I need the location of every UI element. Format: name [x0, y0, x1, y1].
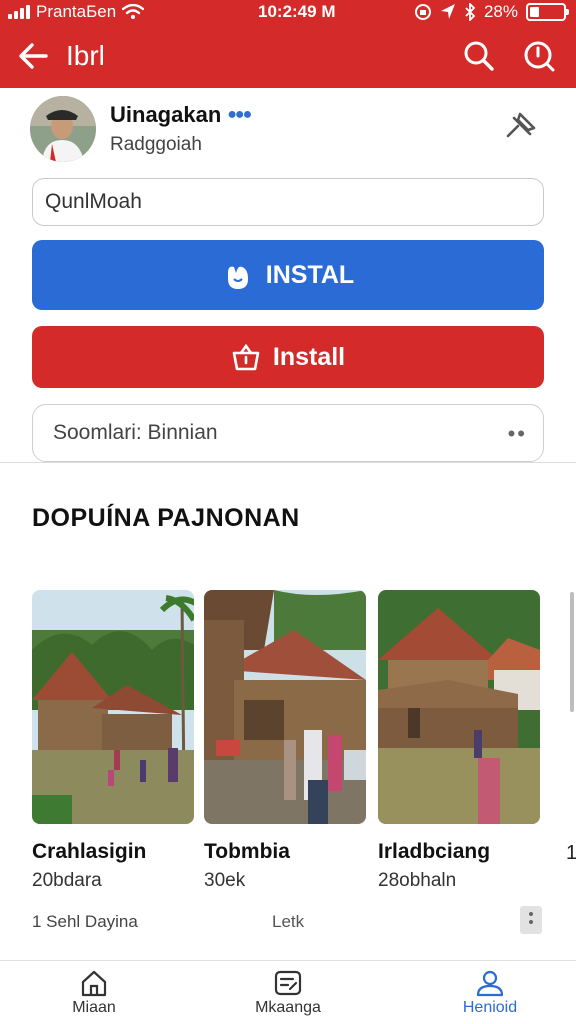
install-primary-button[interactable]: INSTAL [32, 240, 544, 310]
place-card-title: Irladbciang [378, 840, 491, 863]
install-secondary-label: Install [272, 342, 346, 371]
location-icon [440, 4, 455, 19]
place-card-meta: 20bdara [32, 870, 102, 891]
wifi-icon [122, 4, 145, 19]
place-card-image [378, 590, 540, 824]
place-card-title: Tobmbia [204, 840, 290, 863]
header-row: Ibrl [0, 30, 576, 82]
location-select-value: Soomlari: Binnian [53, 421, 218, 444]
next-card-peek: 1 [566, 842, 576, 864]
lock-rotation-icon [414, 4, 431, 20]
carousel-scrollbar[interactable] [570, 592, 574, 712]
bluetooth-icon [465, 3, 476, 21]
arrow-left-icon[interactable] [14, 38, 54, 74]
nav-home[interactable]: Miaan [24, 969, 164, 1017]
location-select[interactable]: Soomlari: Binnian •• [32, 404, 544, 462]
place-card-image [204, 590, 366, 824]
status-bar: PrantaБen 10:2:49 M 28% [0, 0, 576, 26]
place-card-image [32, 590, 194, 824]
profile-icon [476, 970, 504, 997]
nav-profile-label: Henioid [462, 999, 518, 1016]
hand-icon [227, 266, 248, 289]
install-primary-label: INSTAL [265, 260, 355, 289]
signal-icon [8, 5, 30, 19]
status-time: 10:2:49 M [258, 2, 336, 21]
carrier-info: PrantaБen [8, 2, 145, 22]
home-icon [81, 970, 107, 997]
search-input[interactable] [32, 178, 544, 226]
search-circle-icon[interactable] [520, 38, 558, 74]
bottom-navigation: Miaan Mkaanga Henioid [0, 960, 576, 1024]
place-card-meta: 30ek [204, 870, 246, 891]
vertical-dots-icon[interactable] [520, 906, 542, 934]
nav-edit-label: Mkaanga [255, 999, 321, 1016]
nav-edit[interactable]: Mkaanga [218, 969, 358, 1017]
place-card-meta: 28obhaln [378, 870, 457, 891]
carrier-name: PrantaБen [36, 2, 117, 21]
status-icons: 28% [414, 2, 569, 22]
footer-left-text: 1 Sehl Dayina [32, 912, 138, 931]
nav-home-label: Miaan [72, 999, 116, 1016]
place-card[interactable]: Tobmbia 30ek [204, 590, 366, 891]
place-card[interactable]: Crahlasigin 20bdara [32, 590, 194, 891]
page-title: Ibrl [66, 40, 105, 71]
profile-subtitle: Radggoiah [110, 134, 202, 155]
verified-badge-icon: ●●● [227, 106, 252, 123]
profile-name: Uinagakan ●●● [110, 102, 252, 128]
place-card[interactable]: Irladbciang 28obhaln [378, 590, 540, 891]
top-app-bar: PrantaБen 10:2:49 M 28% Ibrl [0, 0, 576, 88]
install-secondary-button[interactable]: Install [32, 326, 544, 388]
basket-icon [232, 343, 260, 371]
section-title: DOPUÍNA PAJNONAN [32, 504, 300, 532]
battery-icon [526, 3, 569, 21]
search-icon[interactable] [460, 38, 498, 74]
avatar-photo [30, 96, 96, 162]
pin-icon[interactable] [500, 108, 540, 144]
more-options-icon[interactable]: •• [508, 421, 527, 447]
edit-icon [274, 970, 302, 996]
section-divider [0, 462, 576, 463]
profile-name-text: Uinagakan [110, 102, 222, 127]
place-card-title: Crahlasigin [32, 840, 147, 863]
nav-profile[interactable]: Henioid [420, 969, 560, 1017]
avatar[interactable] [30, 96, 96, 162]
footer-middle-text[interactable]: Letk [272, 912, 304, 932]
battery-percent: 28% [483, 2, 518, 21]
